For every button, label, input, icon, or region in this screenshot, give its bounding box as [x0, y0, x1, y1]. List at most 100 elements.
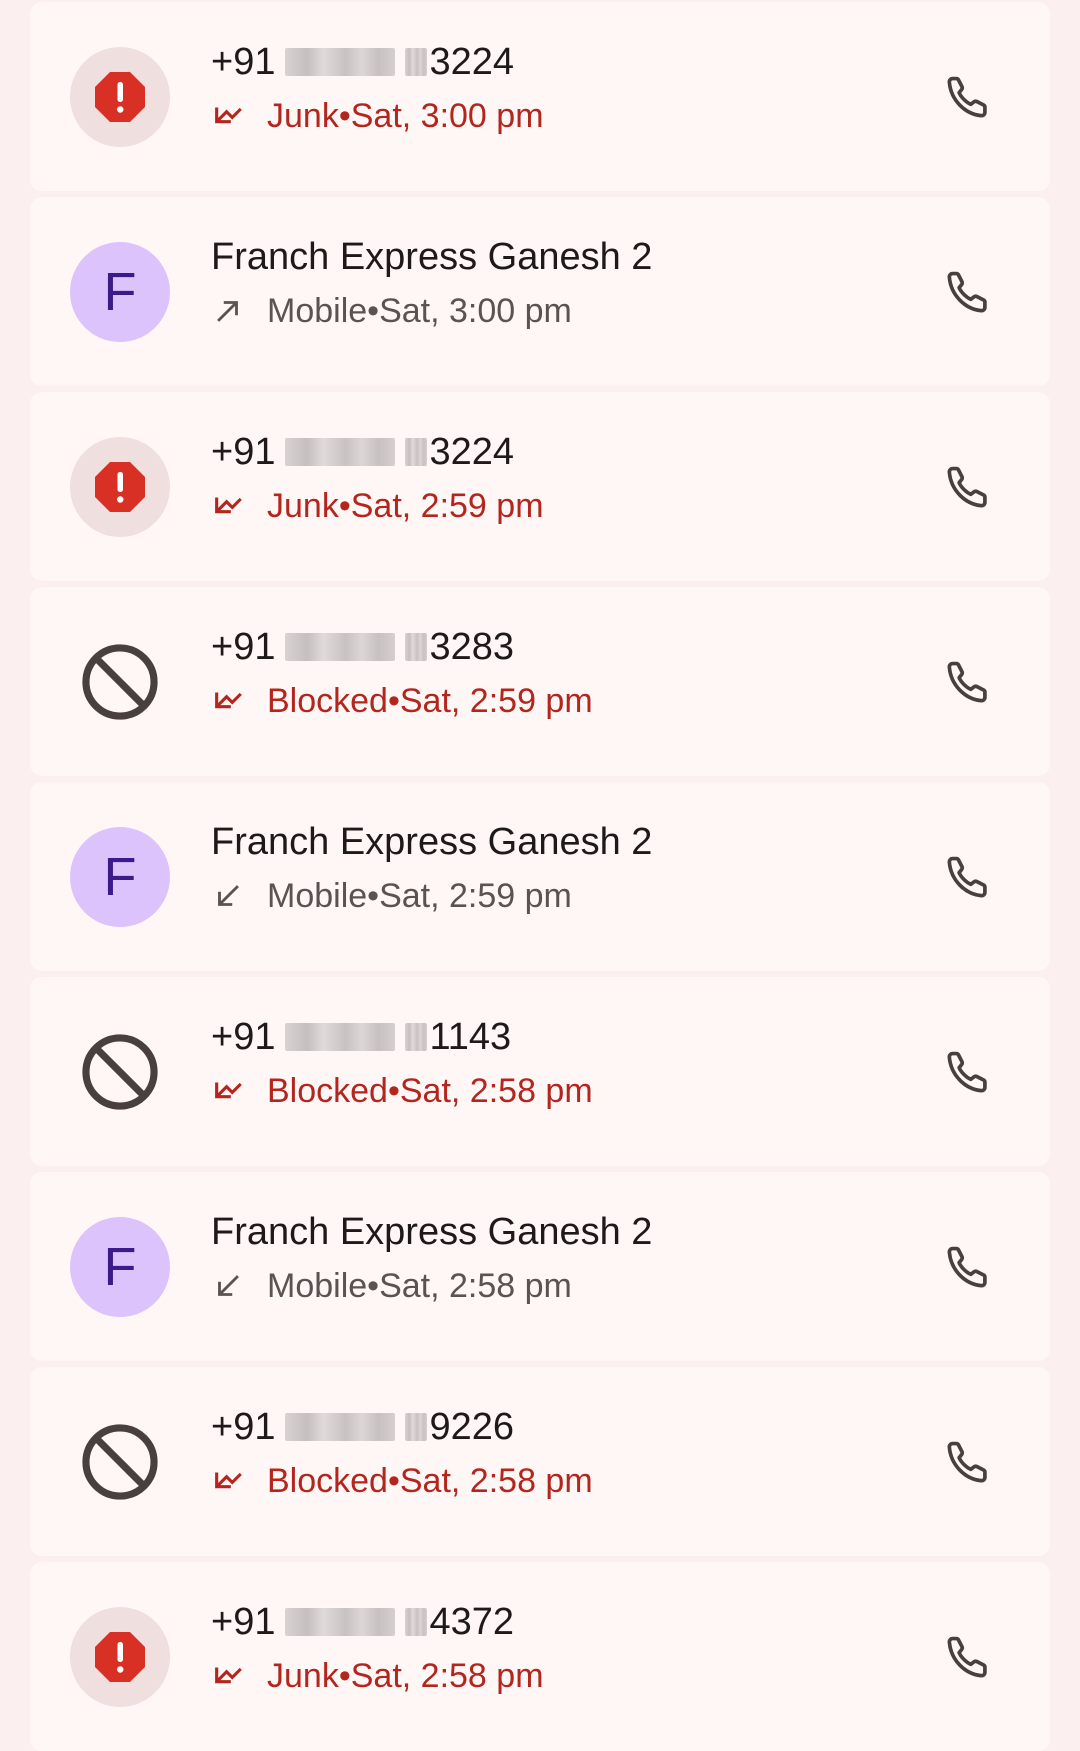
phone-prefix: +91: [211, 626, 276, 668]
call-log-row[interactable]: F Franch Express Ganesh 2 Mobile • Sat, …: [30, 782, 1050, 971]
call-back-button[interactable]: [938, 1042, 998, 1102]
phone-icon: [947, 856, 987, 897]
block-circle-icon: [82, 643, 158, 720]
avatar[interactable]: F: [70, 1216, 170, 1317]
junk-alert-icon[interactable]: [70, 46, 170, 147]
call-time-label: Sat, 3:00 pm: [350, 97, 544, 135]
avatar[interactable]: F: [70, 826, 170, 927]
blocked-icon[interactable]: [70, 1412, 170, 1512]
call-text-block: +91 9226 Blocked • Sat, 2:58 pm: [211, 1403, 890, 1503]
call-status-label: Junk: [267, 487, 339, 525]
call-log-row[interactable]: +91 3224 Junk • Sat, 3:00 pm: [30, 2, 1050, 191]
alert-octagon-icon: [95, 461, 145, 512]
call-status-label: Blocked: [267, 682, 388, 720]
avatar-initial: F: [103, 1236, 137, 1297]
phone-icon: [947, 1441, 987, 1482]
call-log-row[interactable]: +91 1143 Blocked • Sat, 2:58 pm: [30, 977, 1050, 1166]
phone-suffix: 3283: [429, 626, 515, 668]
call-text-block: +91 1143 Blocked • Sat, 2:58 pm: [211, 1013, 890, 1113]
call-status-label: Mobile: [267, 877, 368, 915]
avatar-initial: F: [103, 261, 137, 322]
missed-call-icon: [211, 99, 245, 133]
phone-prefix: +91: [211, 1406, 276, 1448]
call-text-block: +91 3283 Blocked • Sat, 2:59 pm: [211, 623, 890, 723]
redacted-number-block: [405, 48, 428, 76]
incoming-call-icon: [211, 879, 245, 913]
call-log-row[interactable]: +91 9226 Blocked • Sat, 2:58 pm: [30, 1367, 1050, 1556]
redacted-number-block: [285, 1608, 396, 1636]
redacted-number-block: [285, 1023, 396, 1051]
call-text-block: +91 4372 Junk • Sat, 2:58 pm: [211, 1598, 890, 1698]
call-back-button[interactable]: [938, 847, 998, 907]
phone-prefix: +91: [211, 41, 276, 83]
redacted-number-block: [285, 48, 396, 76]
caller-name: +91 3224: [211, 428, 890, 476]
separator-dot: •: [338, 97, 351, 135]
redacted-number-block: [405, 1608, 428, 1636]
outgoing-call-icon: [211, 294, 245, 328]
call-log-row[interactable]: +91 4372 Junk • Sat, 2:58 pm: [30, 1562, 1050, 1751]
call-back-button[interactable]: [938, 652, 998, 712]
phone-suffix: 3224: [429, 41, 515, 83]
separator-dot: •: [338, 487, 351, 525]
avatar[interactable]: F: [70, 241, 170, 342]
call-text-block: +91 3224 Junk • Sat, 2:59 pm: [211, 428, 890, 528]
call-time-label: Sat, 2:58 pm: [399, 1072, 593, 1110]
caller-name: Franch Express Ganesh 2: [211, 236, 653, 278]
redacted-number-block: [405, 633, 428, 661]
call-log-row[interactable]: F Franch Express Ganesh 2 Mobile • Sat, …: [30, 197, 1050, 386]
caller-name: +91 9226: [211, 1403, 890, 1451]
phone-suffix: 9226: [429, 1406, 515, 1448]
redacted-number-block: [285, 438, 396, 466]
separator-dot: •: [387, 1072, 400, 1110]
call-detail-line: Mobile • Sat, 2:59 pm: [211, 874, 890, 918]
blocked-icon[interactable]: [70, 632, 170, 732]
call-status-label: Mobile: [267, 1267, 368, 1305]
call-detail-line: Blocked • Sat, 2:58 pm: [211, 1069, 890, 1113]
call-text-block: Franch Express Ganesh 2 Mobile • Sat, 2:…: [211, 818, 890, 918]
missed-call-icon: [211, 489, 245, 523]
call-status-label: Blocked: [267, 1462, 388, 1500]
phone-icon: [947, 466, 987, 507]
call-detail-line: Mobile • Sat, 3:00 pm: [211, 289, 890, 333]
call-time-label: Sat, 2:59 pm: [350, 487, 544, 525]
call-text-block: Franch Express Ganesh 2 Mobile • Sat, 2:…: [211, 1208, 890, 1308]
call-detail-line: Blocked • Sat, 2:59 pm: [211, 679, 890, 723]
call-log-row[interactable]: +91 3224 Junk • Sat, 2:59 pm: [30, 392, 1050, 581]
separator-dot: •: [367, 292, 380, 330]
missed-call-icon: [211, 1464, 245, 1498]
call-back-button[interactable]: [938, 457, 998, 517]
junk-alert-icon[interactable]: [70, 1606, 170, 1707]
call-back-button[interactable]: [938, 67, 998, 127]
phone-icon: [947, 1246, 987, 1287]
call-back-button[interactable]: [938, 262, 998, 322]
phone-icon: [947, 271, 987, 312]
call-back-button[interactable]: [938, 1432, 998, 1492]
call-back-button[interactable]: [938, 1627, 998, 1687]
call-back-button[interactable]: [938, 1237, 998, 1297]
call-text-block: Franch Express Ganesh 2 Mobile • Sat, 3:…: [211, 233, 890, 333]
call-status-label: Junk: [267, 97, 339, 135]
redacted-number-block: [405, 438, 428, 466]
call-log-row[interactable]: +91 3283 Blocked • Sat, 2:59 pm: [30, 587, 1050, 776]
call-time-label: Sat, 3:00 pm: [379, 292, 572, 330]
blocked-icon[interactable]: [70, 1022, 170, 1122]
call-history-list: +91 3224 Junk • Sat, 3:00 pm F Franch Exp…: [0, 0, 1080, 1751]
separator-dot: •: [387, 1462, 400, 1500]
call-time-label: Sat, 2:58 pm: [399, 1462, 593, 1500]
block-circle-icon: [82, 1423, 158, 1500]
call-log-row[interactable]: F Franch Express Ganesh 2 Mobile • Sat, …: [30, 1172, 1050, 1361]
phone-icon: [947, 1051, 987, 1092]
phone-prefix: +91: [211, 1601, 276, 1643]
caller-name: Franch Express Ganesh 2: [211, 1211, 653, 1253]
caller-name: +91 4372: [211, 1598, 890, 1646]
junk-alert-icon[interactable]: [70, 436, 170, 537]
missed-call-icon: [211, 684, 245, 718]
call-detail-line: Blocked • Sat, 2:58 pm: [211, 1459, 890, 1503]
call-detail-line: Mobile • Sat, 2:58 pm: [211, 1264, 890, 1308]
call-text-block: +91 3224 Junk • Sat, 3:00 pm: [211, 38, 890, 138]
missed-call-icon: [211, 1659, 245, 1693]
caller-name: +91 3283: [211, 623, 890, 671]
separator-dot: •: [367, 1267, 380, 1305]
separator-dot: •: [387, 682, 400, 720]
